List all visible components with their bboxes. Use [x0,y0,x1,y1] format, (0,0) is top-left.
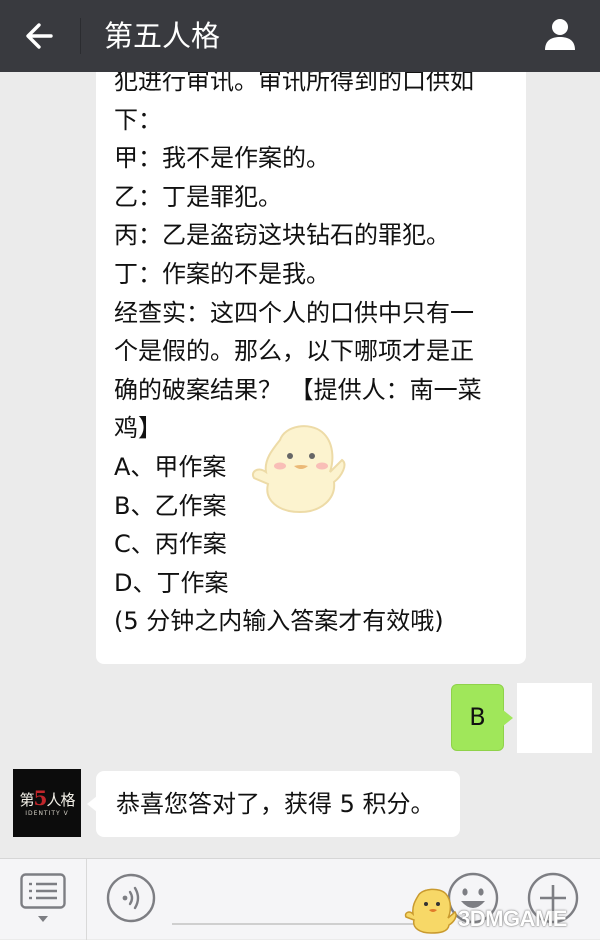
person-icon[interactable] [540,14,580,54]
question-line: (5 分钟之内输入答案才有效哦) [114,607,444,636]
menu-list-icon[interactable] [20,873,66,925]
question-line: 丙：乙是盗窃这块钻石的罪犯。 [114,221,450,250]
chat-area[interactable]: 犯进行审讯。审讯所得到的口供如下： 甲：我不是作案的。 乙：丁是罪犯。丙：乙是盗窃这… [0,72,600,858]
chick-logo-icon [404,888,457,934]
bot-avatar-subtitle: IDENTITY V [25,810,69,817]
user-bubble-tail [503,710,513,726]
arrow-left-icon[interactable] [20,16,60,56]
question-text: 犯进行审讯。审讯所得到的口供如下： 甲：我不是作案的。 乙：丁是罪犯。丙：乙是盗窃这… [114,72,482,641]
voice-icon[interactable] [106,873,156,923]
question-line: 犯进行审讯。审讯所得到的口供如 [114,72,474,95]
question-line: 经查实：这四个人的口供中只有一 [114,298,474,327]
user-avatar[interactable] [517,683,592,753]
header-divider [80,18,81,54]
message-input-underline[interactable] [172,923,432,925]
chat-title: 第五人格 [104,19,221,53]
chick-mascot-icon [252,425,346,514]
reply-message-bubble[interactable]: 恭喜您答对了，获得 5 积分。 [96,771,460,837]
user-answer-bubble[interactable]: B [451,684,504,751]
bot-avatar[interactable]: 第5人格 IDENTITY V [13,769,81,837]
bot-avatar-logo: 第5人格 [19,786,76,810]
toolbar-divider [86,859,87,940]
question-message-bubble[interactable]: 犯进行审讯。审讯所得到的口供如下： 甲：我不是作案的。 乙：丁是罪犯。丙：乙是盗窃这… [96,72,526,664]
question-line: 甲：我不是作案的。 [114,144,330,173]
question-line: 丁：作案的不是我。 [114,259,330,288]
question-line: 个是假的。那么，以下哪项才是正 [114,337,474,366]
title-bar: 第五人格 [0,0,600,72]
watermark-text: 3DMGAME [458,906,567,931]
question-line: 乙：丁是罪犯。 [114,182,282,211]
question-line: D、丁作案 [114,568,229,597]
question-line: C、丙作案 [114,530,227,559]
site-watermark: 3DMGAME [404,886,600,936]
reply-text: 恭喜您答对了，获得 5 积分。 [116,790,435,818]
question-line: 确的破案结果？ 【提供人：南一菜 [114,375,482,404]
question-line: 下： [114,105,162,134]
